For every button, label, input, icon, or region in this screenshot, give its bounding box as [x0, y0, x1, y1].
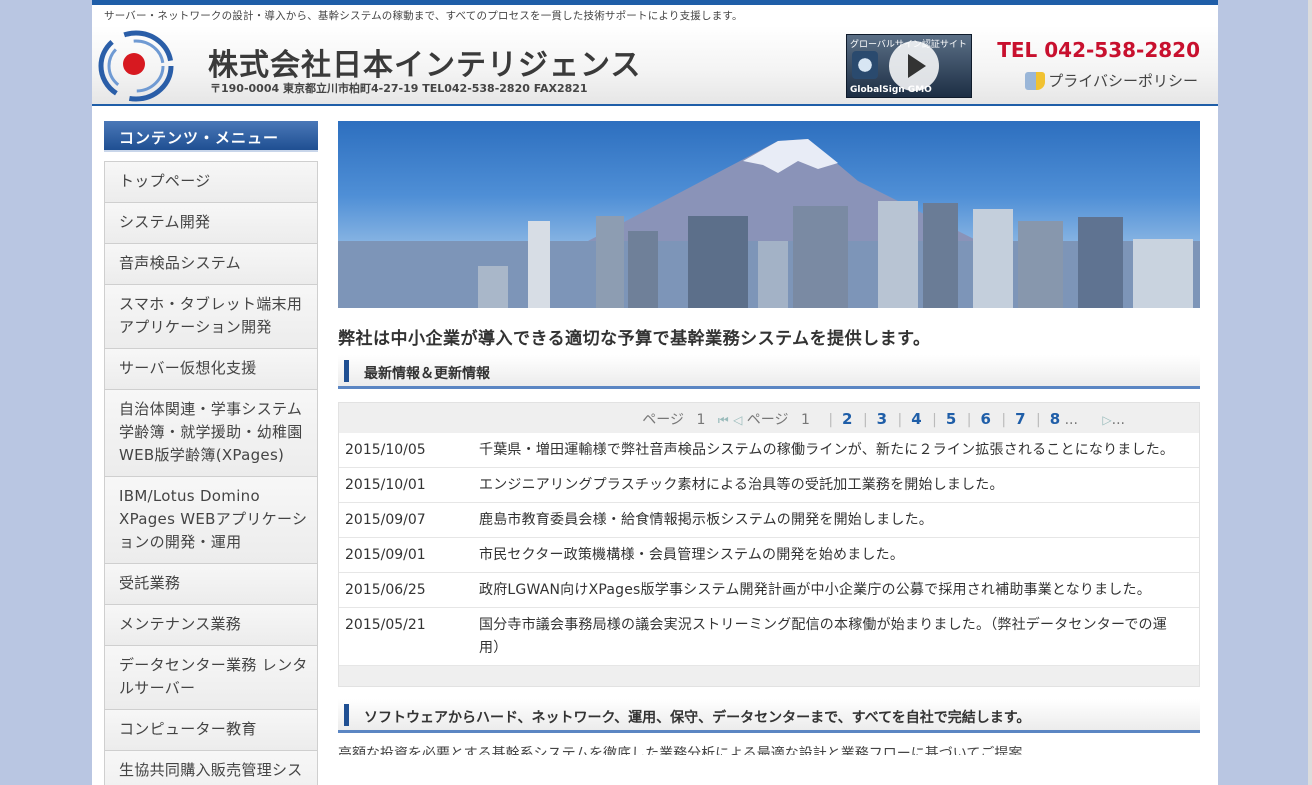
news-date: 2015/09/07 — [345, 512, 426, 528]
news-item: 2015/10/01 エンジニアリングプラスチック素材による治具等の受託加工業務… — [339, 468, 1199, 503]
news-item: 2015/09/01 市民セクター政策機構様・会員管理システムの開発を始めました… — [339, 538, 1199, 573]
sidebar-item-coop[interactable]: 生協共同購入販売管理システム・ソリューション — [105, 751, 317, 785]
company-name: 株式会社日本インテリジェンス — [208, 48, 642, 83]
page: サーバー・ネットワークの設計・導入から、基幹システムの稼動まで、すべてのプロセス… — [92, 0, 1218, 785]
sidebar-item-domino[interactable]: IBM/Lotus Domino XPages WEBアプリケーションの開発・運… — [105, 477, 317, 564]
pager-label-2: ページ — [746, 412, 789, 428]
main-content: 弊社は中小企業が導入できる適切な予算で基幹業務システムを提供します。 最新情報＆… — [338, 121, 1200, 755]
pager-current-2: 1 — [800, 412, 810, 428]
pager-label: ページ — [642, 412, 684, 428]
globalsign-badge[interactable]: グローバルサイン認証サイト GlobalSign GMO — [846, 34, 972, 98]
play-icon[interactable] — [889, 41, 939, 91]
news-date: 2015/10/05 — [345, 442, 426, 458]
sidebar-item-contract[interactable]: 受託業務 — [105, 564, 317, 605]
sidebar-item-datacenter[interactable]: データセンター業務 レンタルサーバー — [105, 646, 317, 710]
news-text: 国分寺市議会事務局様の議会実況ストリーミング配信の本稼働が始まりました。（弊社デ… — [479, 617, 1167, 656]
sidebar-item-voice-picking[interactable]: 音声検品システム — [105, 244, 317, 285]
sidebar-item-top[interactable]: トップページ — [105, 162, 317, 203]
page-link-3[interactable]: 3 — [877, 410, 887, 428]
sidebar-item-virtualization[interactable]: サーバー仮想化支援 — [105, 349, 317, 390]
news-text: 鹿島市教育委員会様・給食情報掲示板システムの開発を開始しました。 — [479, 512, 933, 528]
next-page-icon[interactable]: ▷ — [1102, 413, 1111, 427]
top-bar — [92, 0, 1218, 5]
page-link-2[interactable]: 2 — [842, 410, 852, 428]
news-list: ページ 1 ⏮ ◁ ページ 1 | 2 | 3 | 4 | 5 | 6 | 7 | 8 ...… — [338, 402, 1200, 687]
news-item: 2015/05/21 国分寺市議会事務局様の議会実況ストリーミング配信の本稼働が… — [339, 608, 1199, 666]
sidebar-item-mobile-apps[interactable]: スマホ・タブレット端末用アプリケーション開発 — [105, 285, 317, 349]
sidebar-item-municipal[interactable]: 自治体関連・学事システム学齢簿・就学援助・幼稚園WEB版学齢簿(XPages) — [105, 390, 317, 477]
news-item: 2015/06/25 政府LGWAN向けXPages版学事システム開発計画が中小… — [339, 573, 1199, 608]
phone-number: TEL 042-538-2820 — [997, 38, 1200, 62]
mount-fuji-skyline-image — [338, 139, 1200, 308]
document-icon — [1025, 71, 1046, 90]
sidebar-menu: トップページ システム開発 音声検品システム スマホ・タブレット端末用アプリケー… — [104, 161, 318, 785]
pager-next-ellipsis: ... — [1111, 412, 1125, 428]
page-link-6[interactable]: 6 — [980, 410, 990, 428]
pager: ページ 1 ⏮ ◁ ページ 1 | 2 | 3 | 4 | 5 | 6 | 7 | 8 ...… — [339, 403, 1199, 433]
news-date: 2015/10/01 — [345, 477, 426, 493]
news-date: 2015/06/25 — [345, 582, 426, 598]
scrollbar[interactable] — [1308, 0, 1312, 785]
page-link-5[interactable]: 5 — [946, 410, 956, 428]
page-link-7[interactable]: 7 — [1015, 410, 1025, 428]
privacy-policy-label: プライバシーポリシー — [1048, 72, 1198, 90]
news-footer — [339, 666, 1199, 686]
sidebar-item-maintenance[interactable]: メンテナンス業務 — [105, 605, 317, 646]
badge-bottom-text: GlobalSign GMO — [850, 85, 932, 95]
news-text: 政府LGWAN向けXPages版学事システム開発計画が中小企業庁の公募で採用され… — [479, 582, 1151, 598]
news-item: 2015/09/07 鹿島市教育委員会様・給食情報掲示板システムの開発を開始しま… — [339, 503, 1199, 538]
section2-heading: ソフトウェアからハード、ネットワーク、運用、保守、データセンターまで、すべてを自… — [338, 699, 1200, 733]
news-item: 2015/10/05 千葉県・増田運輸様で弊社音声検品システムの稼働ラインが、新… — [339, 433, 1199, 468]
sidebar-item-education[interactable]: コンピューター教育 — [105, 710, 317, 751]
news-text: エンジニアリングプラスチック素材による治具等の受託加工業務を開始しました。 — [479, 477, 1004, 493]
page-link-4[interactable]: 4 — [911, 410, 921, 428]
news-date: 2015/05/21 — [345, 617, 426, 633]
first-page-icon[interactable]: ⏮ — [718, 413, 729, 428]
tagline: サーバー・ネットワークの設計・導入から、基幹システムの稼動まで、すべてのプロセス… — [104, 10, 743, 22]
news-heading: 最新情報＆更新情報 — [338, 355, 1200, 389]
sidebar: コンテンツ・メニュー トップページ システム開発 音声検品システム スマホ・タブ… — [104, 121, 318, 785]
lead-text: 弊社は中小企業が導入できる適切な予算で基幹業務システムを提供します。 — [338, 329, 931, 349]
prev-page-icon[interactable]: ◁ — [733, 413, 742, 427]
news-date: 2015/09/01 — [345, 547, 426, 563]
privacy-policy-link[interactable]: プライバシーポリシー — [1025, 70, 1198, 91]
seal-icon — [852, 51, 878, 79]
pager-current: 1 — [696, 412, 706, 428]
page-link-8[interactable]: 8 — [1050, 410, 1060, 428]
news-text: 千葉県・増田運輸様で弊社音声検品システムの稼働ラインが、新たに２ライン拡張される… — [479, 442, 1175, 458]
section2-text: 高額な投資を必要とする基幹系システムを徹底した業務分析による最適な設計と業務フロ… — [338, 746, 1023, 755]
sidebar-item-system-dev[interactable]: システム開発 — [105, 203, 317, 244]
company-logo-icon[interactable] — [98, 28, 174, 104]
sidebar-heading: コンテンツ・メニュー — [104, 121, 318, 152]
pager-ellipsis: ... — [1064, 412, 1078, 428]
site-header: 株式会社日本インテリジェンス 〒190-0004 東京都立川市柏町4-27-19… — [92, 26, 1218, 106]
news-text: 市民セクター政策機構様・会員管理システムの開発を始めました。 — [479, 547, 905, 563]
company-address: 〒190-0004 東京都立川市柏町4-27-19 TEL042-538-282… — [210, 82, 588, 95]
hero-image — [338, 121, 1200, 308]
